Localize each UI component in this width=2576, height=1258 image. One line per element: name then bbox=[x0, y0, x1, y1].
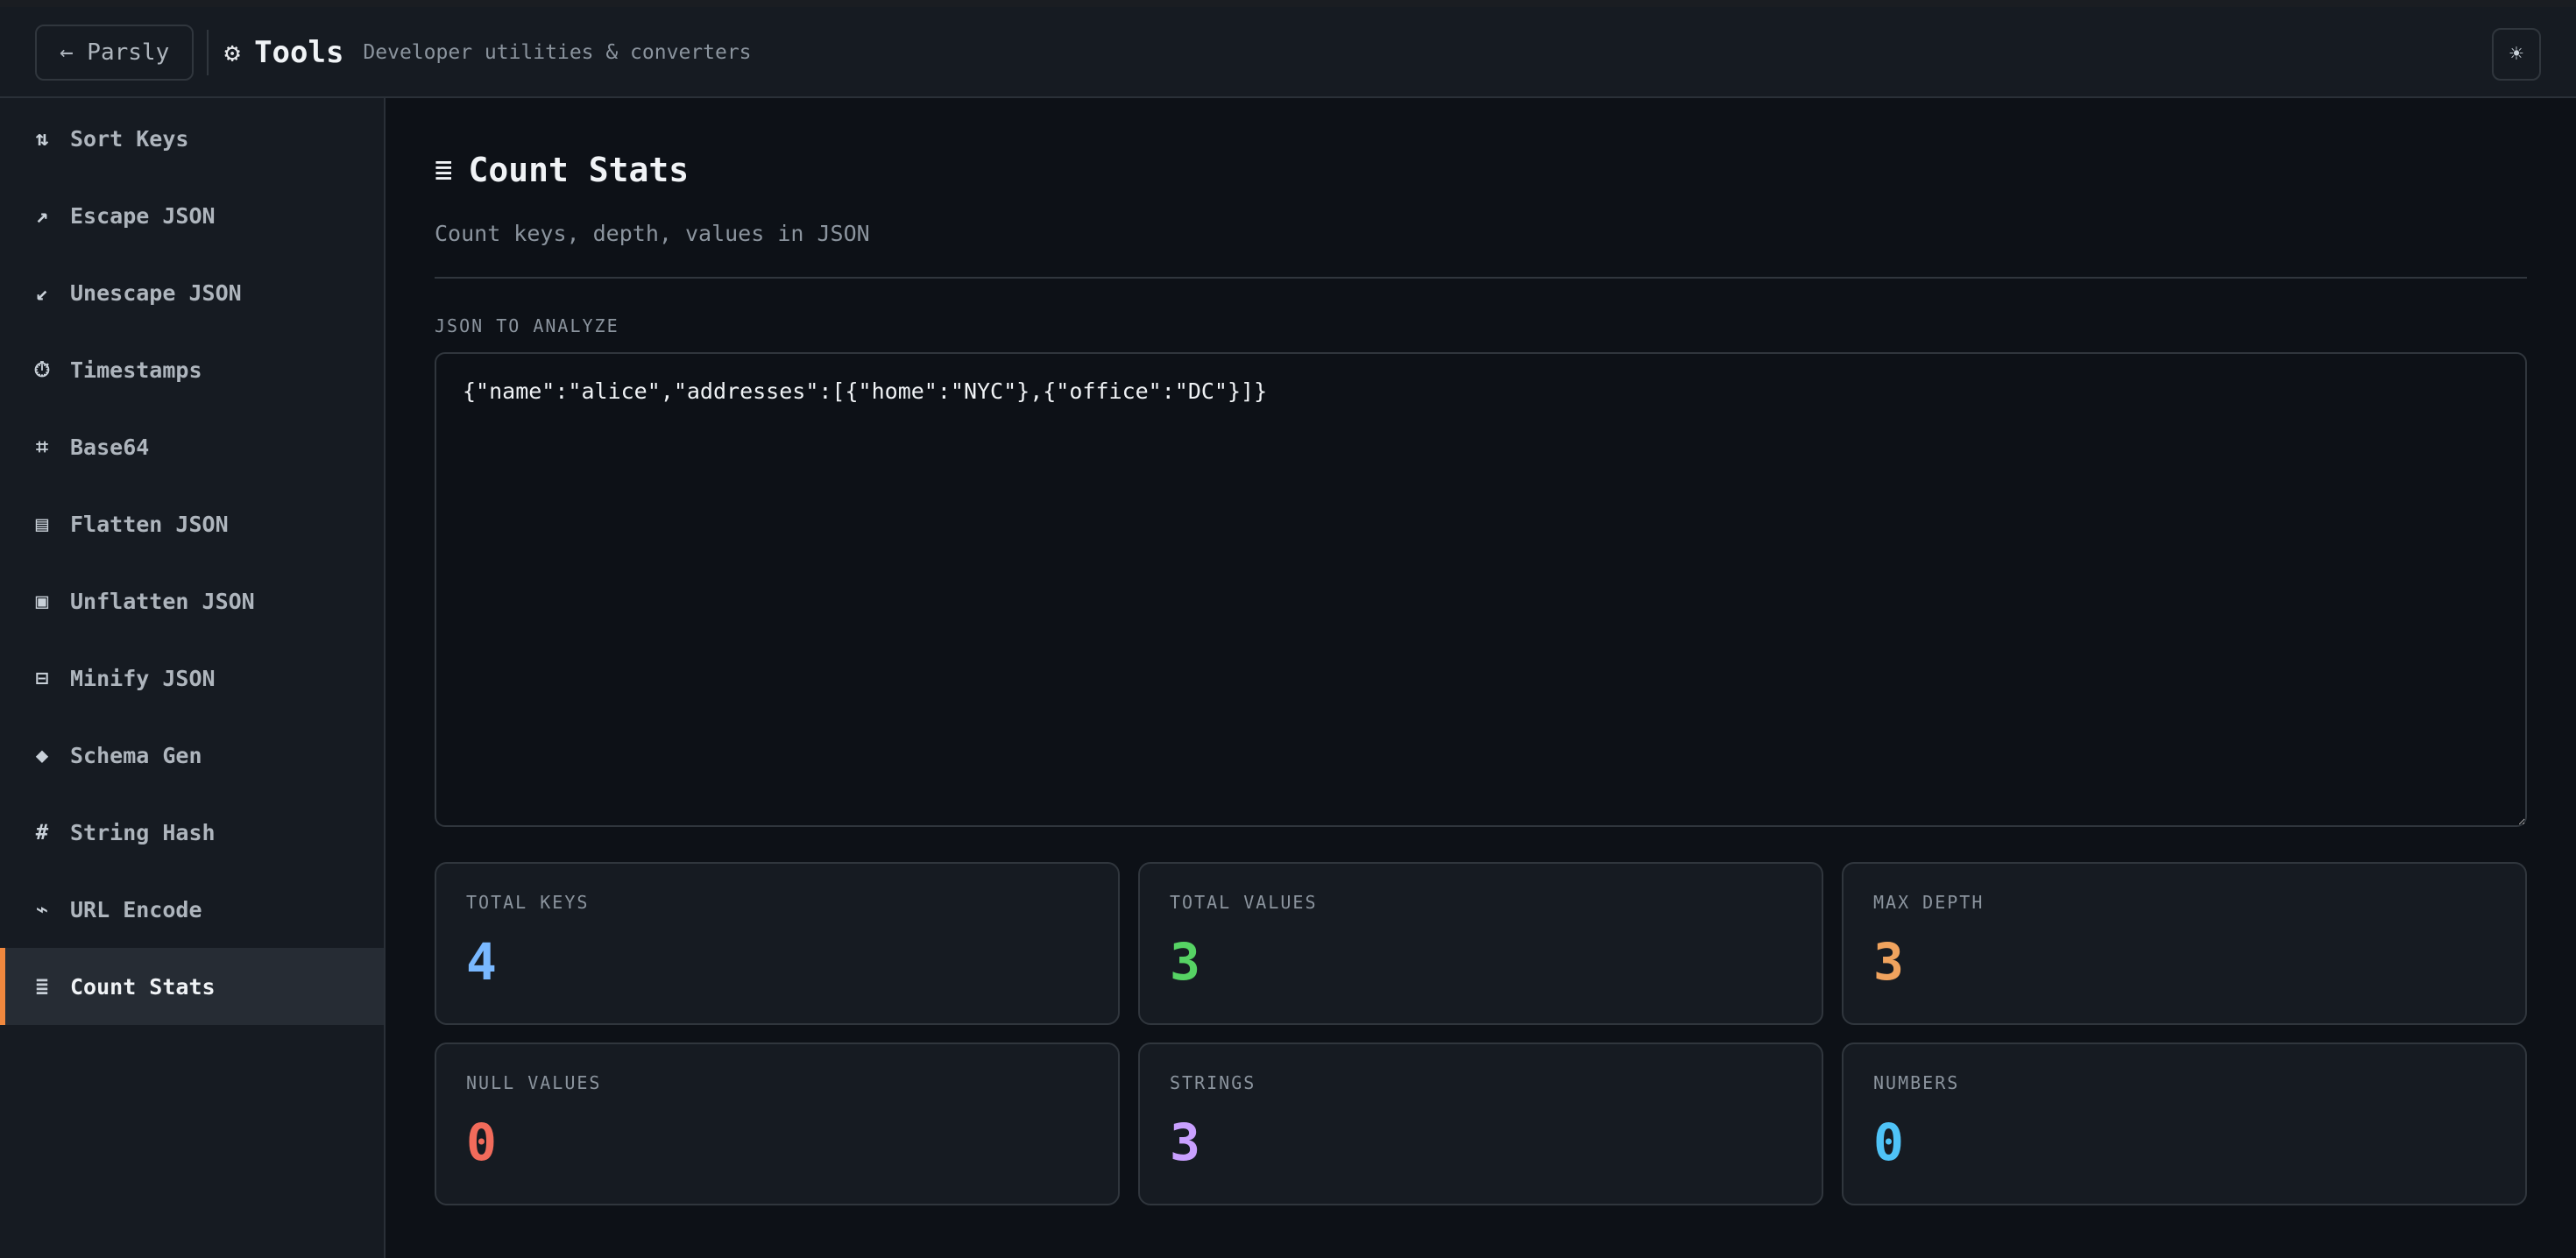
app-subtitle: Developer utilities & converters bbox=[363, 41, 752, 64]
theme-toggle-button[interactable]: ☀ bbox=[2492, 28, 2541, 81]
list-icon: ≣ bbox=[35, 974, 49, 999]
back-button-label: ← Parsly bbox=[60, 39, 170, 66]
stat-label: TOTAL KEYS bbox=[466, 892, 590, 913]
sidebar-item-string-hash[interactable]: # String Hash bbox=[0, 794, 384, 871]
divider bbox=[435, 277, 2527, 279]
app-window: ← Parsly ⚙ Tools Developer utilities & c… bbox=[0, 7, 2576, 1258]
stat-label: MAX DEPTH bbox=[1873, 892, 1985, 913]
arrow-up-right-icon: ↗ bbox=[35, 203, 49, 228]
sidebar-item-label: Count Stats bbox=[70, 973, 216, 1000]
stat-card-strings: STRINGS 3 bbox=[1138, 1042, 1823, 1205]
stat-card-total-keys: TOTAL KEYS 4 bbox=[435, 862, 1120, 1025]
page-title: Count Stats bbox=[468, 151, 690, 189]
sidebar-item-label: Schema Gen bbox=[70, 742, 202, 768]
stat-value: 4 bbox=[466, 932, 497, 992]
sidebar-item-label: Flatten JSON bbox=[70, 511, 229, 537]
page-header: ≣ Count Stats bbox=[435, 151, 689, 189]
sidebar-item-minify-json[interactable]: ⊟ Minify JSON bbox=[0, 640, 384, 717]
stat-card-null-values: NULL VALUES 0 bbox=[435, 1042, 1120, 1205]
stat-value: 0 bbox=[466, 1113, 497, 1172]
diamond-icon: ◆ bbox=[35, 743, 49, 767]
brand: ⚙ Tools Developer utilities & converters bbox=[224, 7, 752, 98]
sidebar-item-label: Timestamps bbox=[70, 357, 202, 383]
header-divider bbox=[207, 30, 209, 75]
sidebar-item-timestamps[interactable]: ⏱ Timestamps bbox=[0, 331, 384, 408]
stat-value: 3 bbox=[1170, 1113, 1200, 1172]
sort-icon: ⇅ bbox=[35, 126, 49, 151]
arrow-down-left-icon: ↙ bbox=[35, 280, 49, 305]
sidebar-item-schema-gen[interactable]: ◆ Schema Gen bbox=[0, 717, 384, 794]
stat-card-total-values: TOTAL VALUES 3 bbox=[1138, 862, 1823, 1025]
unflatten-icon: ▣ bbox=[35, 589, 49, 613]
stat-value: 3 bbox=[1170, 932, 1200, 992]
sidebar-item-url-encode[interactable]: ⌁ URL Encode bbox=[0, 871, 384, 948]
sidebar-item-base64[interactable]: ⌗ Base64 bbox=[0, 408, 384, 485]
back-to-parsly-button[interactable]: ← Parsly bbox=[35, 25, 195, 81]
sidebar-item-label: Minify JSON bbox=[70, 665, 216, 691]
sidebar-item-escape-json[interactable]: ↗ Escape JSON bbox=[0, 177, 384, 254]
sidebar-item-unescape-json[interactable]: ↙ Unescape JSON bbox=[0, 254, 384, 331]
sidebar-item-label: String Hash bbox=[70, 819, 216, 845]
sidebar-item-flatten-json[interactable]: ▤ Flatten JSON bbox=[0, 485, 384, 562]
sidebar-item-unflatten-json[interactable]: ▣ Unflatten JSON bbox=[0, 562, 384, 640]
sidebar-item-label: Base64 bbox=[70, 434, 150, 460]
sidebar-item-label: URL Encode bbox=[70, 896, 202, 922]
list-icon: ≣ bbox=[435, 152, 453, 187]
link-icon: ⌁ bbox=[35, 897, 49, 922]
hash-icon: # bbox=[35, 820, 49, 845]
hash-grid-icon: ⌗ bbox=[36, 435, 48, 459]
stat-card-max-depth: MAX DEPTH 3 bbox=[1842, 862, 2527, 1025]
top-header: ← Parsly ⚙ Tools Developer utilities & c… bbox=[0, 7, 2576, 98]
app-title: Tools bbox=[254, 35, 344, 70]
stat-label: NULL VALUES bbox=[466, 1072, 602, 1093]
sidebar: ⇅ Sort Keys ↗ Escape JSON ↙ Unescape JSON ⏱ Tim… bbox=[0, 98, 386, 1258]
sun-icon: ☀ bbox=[2509, 41, 2523, 67]
sidebar-item-label: Escape JSON bbox=[70, 202, 216, 229]
sidebar-item-label: Sort Keys bbox=[70, 125, 189, 152]
stat-card-numbers: NUMBERS 0 bbox=[1842, 1042, 2527, 1205]
main-content: ≣ Count Stats Count keys, depth, values … bbox=[435, 98, 2527, 1258]
json-input-label: JSON TO ANALYZE bbox=[435, 315, 619, 336]
sidebar-item-sort-keys[interactable]: ⇅ Sort Keys bbox=[0, 100, 384, 177]
sidebar-item-label: Unescape JSON bbox=[70, 279, 242, 306]
minify-icon: ⊟ bbox=[35, 666, 49, 690]
stat-label: STRINGS bbox=[1170, 1072, 1256, 1093]
stat-label: TOTAL VALUES bbox=[1170, 892, 1318, 913]
stat-label: NUMBERS bbox=[1873, 1072, 1960, 1093]
stopwatch-icon: ⏱ bbox=[33, 357, 51, 382]
sidebar-item-label: Unflatten JSON bbox=[70, 588, 255, 614]
stat-value: 3 bbox=[1873, 932, 1904, 992]
stat-value: 0 bbox=[1873, 1113, 1904, 1172]
json-input[interactable] bbox=[435, 352, 2527, 827]
flatten-icon: ▤ bbox=[35, 512, 49, 536]
sidebar-item-count-stats[interactable]: ≣ Count Stats bbox=[0, 948, 384, 1025]
page-description: Count keys, depth, values in JSON bbox=[435, 221, 870, 246]
gear-icon: ⚙ bbox=[224, 37, 241, 68]
